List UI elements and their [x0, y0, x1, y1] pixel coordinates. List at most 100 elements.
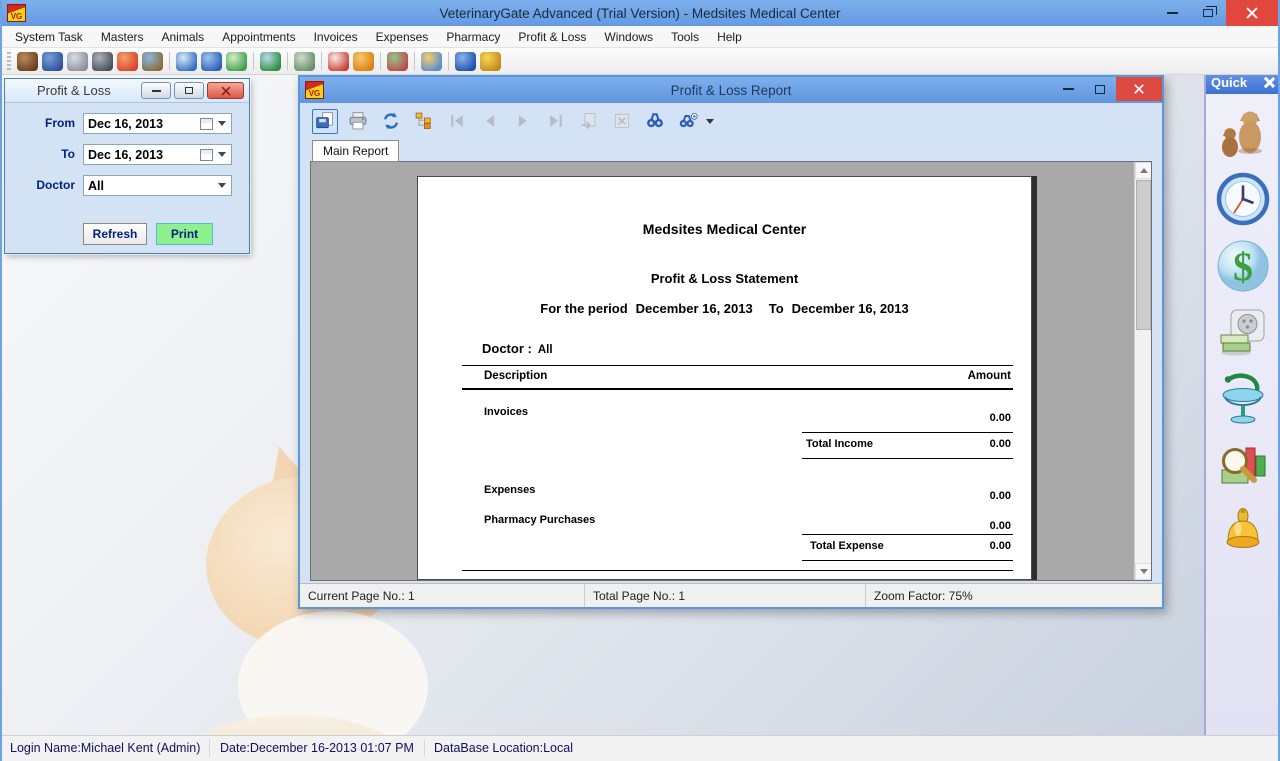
menu-item-invoices[interactable]: Invoices	[305, 27, 367, 47]
quick-panel: Quick $	[1204, 70, 1280, 735]
microscope-icon[interactable]	[92, 52, 113, 71]
doctor-label: Doctor	[5, 178, 75, 192]
find-text-button[interactable]	[642, 109, 668, 134]
menu-item-expenses[interactable]: Expenses	[367, 27, 438, 47]
calendar-icon[interactable]	[200, 118, 213, 130]
report-row-pharmacy-purchases: Pharmacy Purchases	[484, 514, 595, 526]
toolbar-separator	[414, 52, 415, 70]
invoice-note-icon[interactable]	[226, 52, 247, 71]
quick-appointments-icon[interactable]	[1215, 170, 1271, 228]
date-status: Date:December 16-2013 01:07 PM	[220, 741, 414, 755]
dialog-maximize-button[interactable]	[174, 82, 204, 99]
expenses-money-icon[interactable]	[294, 52, 315, 71]
quick-panel-title: Quick	[1211, 75, 1247, 90]
minimize-button[interactable]	[1154, 0, 1190, 26]
main-toolbar	[2, 48, 1278, 75]
total-page-status: Total Page No.: 1	[585, 584, 866, 607]
menu-item-animals[interactable]: Animals	[153, 27, 214, 47]
report-status-bar: Current Page No.: 1 Total Page No.: 1 Zo…	[300, 583, 1162, 607]
quick-pharmacy-icon[interactable]	[1215, 371, 1271, 429]
bell-gold-icon[interactable]	[480, 52, 501, 71]
masters-book-icon[interactable]	[42, 52, 63, 71]
money-dollar-icon[interactable]	[260, 52, 281, 71]
appointments-clock-icon[interactable]	[176, 52, 197, 71]
to-label: To	[5, 147, 75, 161]
zoom-dropdown-caret-icon[interactable]	[706, 119, 714, 124]
quick-panel-close-icon[interactable]	[1262, 76, 1275, 89]
quick-expenses-icon[interactable]	[1215, 304, 1271, 362]
animals-dog-icon[interactable]	[17, 52, 38, 71]
menu-item-system-task[interactable]: System Task	[6, 27, 92, 47]
menu-bar: System TaskMastersAnimalsAppointmentsInv…	[2, 26, 1278, 48]
prev-page-button	[477, 109, 503, 134]
quick-invoices-icon[interactable]: $	[1215, 237, 1271, 295]
next-page-button	[510, 109, 536, 134]
restore-button[interactable]	[1190, 0, 1226, 26]
toolbar-separator	[380, 52, 381, 70]
thermometer-icon[interactable]	[117, 52, 138, 71]
export-report-button[interactable]	[312, 109, 338, 134]
report-org-name: Medsites Medical Center	[418, 221, 1031, 237]
syringe-icon[interactable]	[67, 52, 88, 71]
refresh-button[interactable]: Refresh	[83, 223, 147, 245]
grooming-pet-icon[interactable]	[142, 52, 163, 71]
first-page-button	[444, 109, 470, 134]
main-title-bar: VG VeterinaryGate Advanced (Trial Versio…	[2, 0, 1278, 26]
report-vertical-scrollbar[interactable]	[1134, 162, 1151, 580]
toggle-group-tree-button[interactable]	[411, 109, 437, 134]
toolbar-separator	[169, 52, 170, 70]
dialog-minimize-button[interactable]	[141, 82, 171, 99]
zoom-level-dropdown[interactable]	[675, 109, 701, 134]
login-name-status: Login Name:Michael Kent (Admin)	[10, 741, 200, 755]
menu-item-appointments[interactable]: Appointments	[213, 27, 304, 47]
menu-item-profit-loss[interactable]: Profit & Loss	[509, 27, 595, 47]
profit-loss-report-window: VG Profit & Loss Report Main Report Meds…	[298, 75, 1164, 609]
quick-icon-list: $	[1206, 94, 1280, 563]
help-icon[interactable]	[455, 52, 476, 71]
to-date-field[interactable]: Dec 16, 2013	[83, 144, 232, 165]
quick-reminders-icon[interactable]	[1215, 505, 1271, 563]
svg-text:$: $	[1233, 244, 1253, 289]
report-minimize-button[interactable]	[1052, 77, 1084, 101]
scroll-down-arrow[interactable]	[1135, 563, 1152, 580]
current-page-status: Current Page No.: 1	[300, 584, 585, 607]
calendar-icon[interactable]	[200, 149, 213, 161]
window-title: VeterinaryGate Advanced (Trial Version) …	[2, 6, 1278, 21]
schedule-calendar-icon[interactable]	[201, 52, 222, 71]
close-button[interactable]	[1226, 0, 1278, 26]
print-report-button[interactable]	[345, 109, 371, 134]
report-maximize-button[interactable]	[1084, 77, 1116, 101]
dropdown-arrow-icon[interactable]	[218, 152, 226, 157]
report-close-button[interactable]	[1116, 77, 1162, 101]
report-title-bar: VG Profit & Loss Report	[300, 77, 1162, 103]
print-button[interactable]: Print	[156, 223, 213, 245]
toolbar-grip[interactable]	[7, 52, 11, 70]
menu-item-windows[interactable]: Windows	[595, 27, 662, 47]
menu-item-pharmacy[interactable]: Pharmacy	[437, 27, 509, 47]
report-total-income-label: Total Income	[806, 438, 873, 450]
refresh-report-button[interactable]	[378, 109, 404, 134]
toolbar-separator	[448, 52, 449, 70]
menu-item-tools[interactable]: Tools	[662, 27, 708, 47]
scrollbar-thumb[interactable]	[1136, 180, 1151, 330]
tab-main-report[interactable]: Main Report	[312, 140, 399, 162]
pharmacy-box-icon[interactable]	[328, 52, 349, 71]
doctor-select[interactable]: All	[83, 175, 232, 196]
from-label: From	[5, 116, 75, 130]
scroll-up-arrow[interactable]	[1135, 162, 1152, 179]
menu-item-masters[interactable]: Masters	[92, 27, 153, 47]
quick-animals-icon[interactable]	[1215, 103, 1271, 161]
reminder-alarm-icon[interactable]	[421, 52, 442, 71]
menu-item-help[interactable]: Help	[708, 27, 751, 47]
dropdown-arrow-icon[interactable]	[218, 183, 226, 188]
profit-loss-chart-icon[interactable]	[387, 52, 408, 71]
dropdown-arrow-icon[interactable]	[218, 121, 226, 126]
report-column-headers: DescriptionAmount	[484, 370, 1011, 382]
database-location-status: DataBase Location:Local	[434, 741, 573, 755]
report-viewer-area: Medsites Medical Center Profit & Loss St…	[310, 161, 1152, 581]
dialog-close-button[interactable]	[207, 82, 244, 99]
reports-arrow-icon[interactable]	[353, 52, 374, 71]
application-window: Activate Windows Go to PC settings to ac…	[0, 0, 1280, 761]
quick-reports-icon[interactable]	[1215, 438, 1271, 496]
from-date-field[interactable]: Dec 16, 2013	[83, 113, 232, 134]
